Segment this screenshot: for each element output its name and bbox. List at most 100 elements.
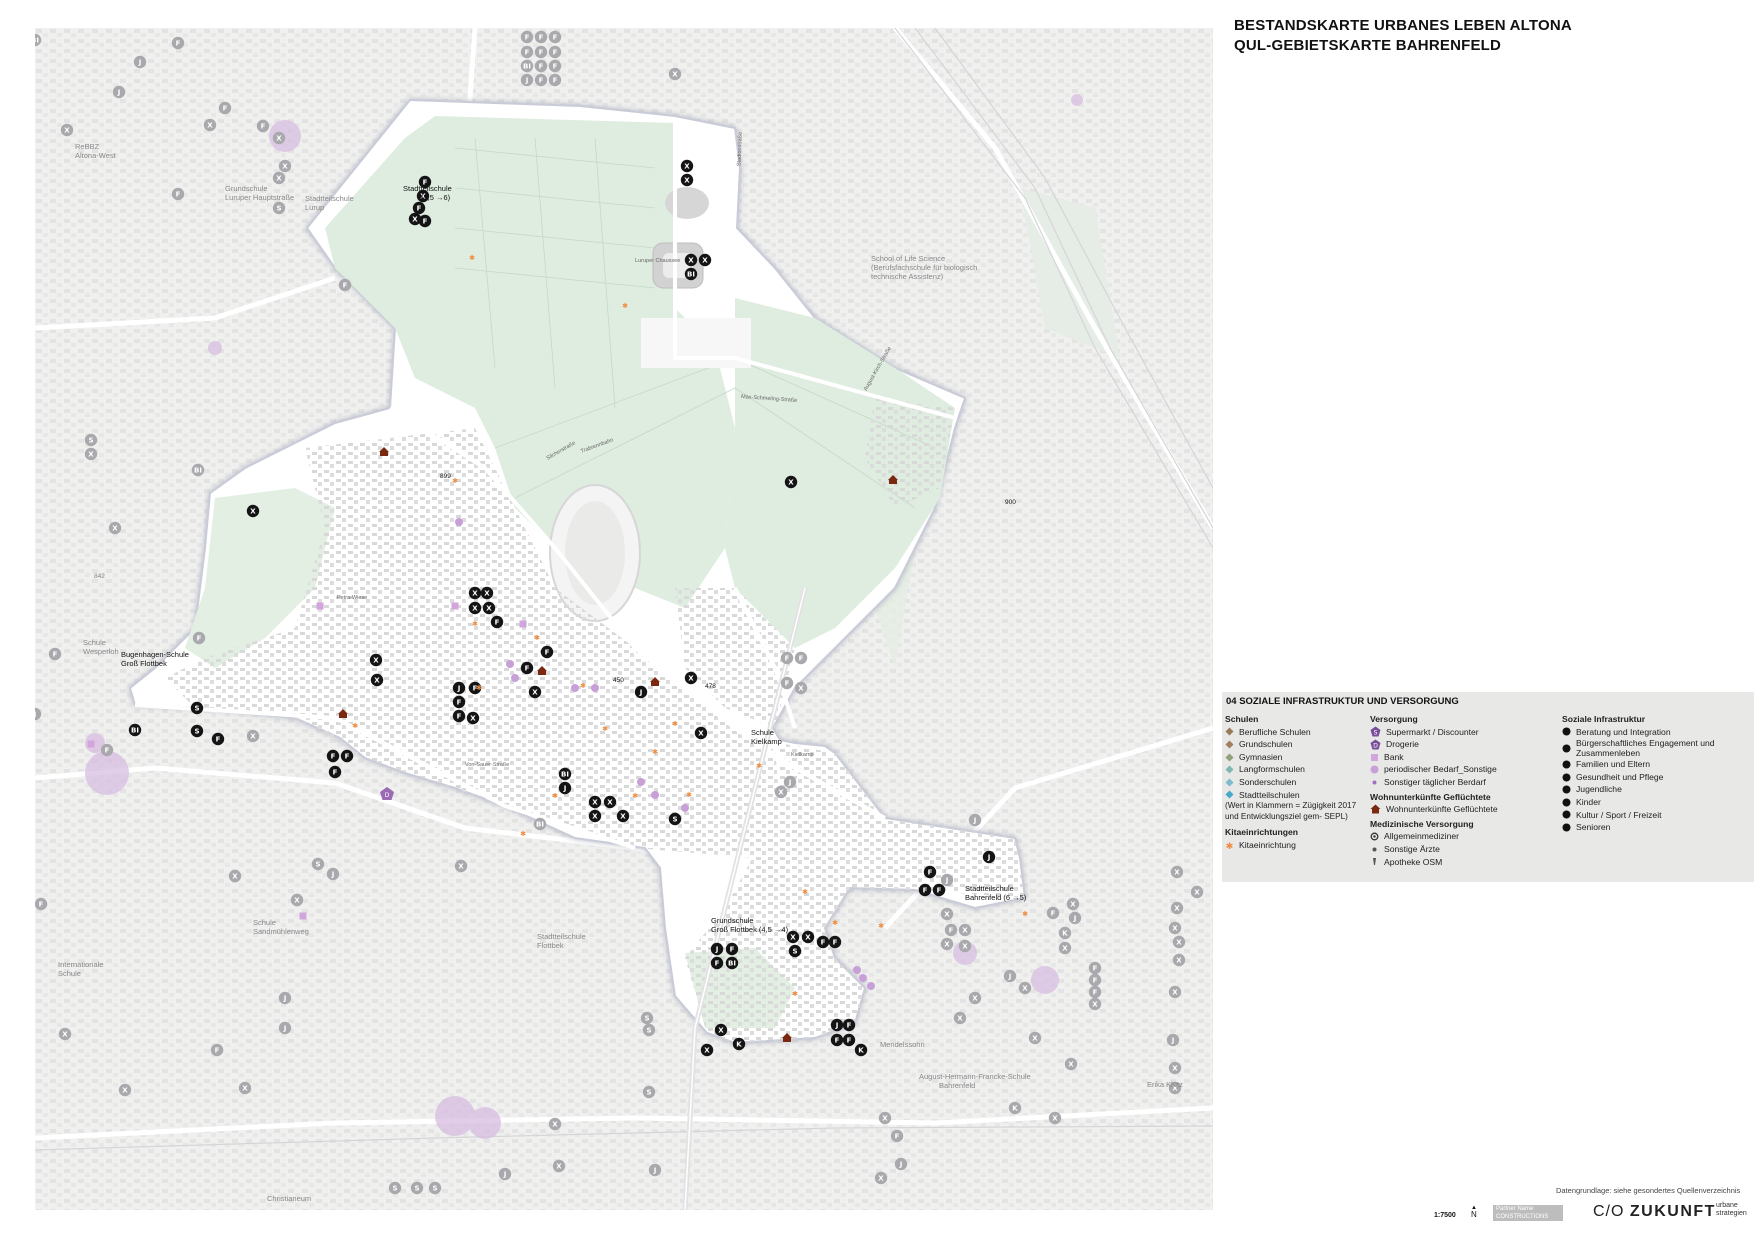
map-canvas[interactable]: F X F X F X X X X BI X X X X X X F F F X X J F F F X X J X X BI S S F F F F B… [35,28,1213,1210]
poi-marker-outside[interactable]: F [890,1129,904,1143]
poi-marker-inside[interactable]: X [680,173,694,187]
poi-marker-outside[interactable]: S [642,1023,656,1037]
poi-marker-outside[interactable]: F [780,676,794,690]
poi-marker-outside[interactable]: K [1008,1101,1022,1115]
poi-marker-outside[interactable]: F [944,923,958,937]
poi-marker-outside[interactable]: F [192,631,206,645]
poi-marker-outside[interactable]: F [338,278,352,292]
kita-star-icon[interactable]: ✱ [878,922,884,930]
poi-marker-inside[interactable]: J [558,781,572,795]
poi-marker-inside[interactable]: F [816,935,830,949]
poi-marker-outside[interactable]: S [410,1181,424,1195]
poi-marker-outside[interactable]: X [108,521,122,535]
poi-marker-inside[interactable]: F [918,883,932,897]
poi-marker-outside[interactable]: X [1058,941,1072,955]
poi-marker-outside[interactable]: J [498,1167,512,1181]
kita-star-icon[interactable]: ✱ [832,919,838,927]
poi-marker-outside[interactable]: K [1058,926,1072,940]
poi-marker-inside[interactable]: X [468,601,482,615]
periodic-demand-dot[interactable] [859,974,867,982]
poi-marker-outside[interactable]: F [548,30,562,44]
poi-marker-inside[interactable]: F [540,645,554,659]
poi-marker-inside[interactable]: J [634,685,648,699]
kita-star-icon[interactable]: ✱ [552,792,558,800]
poi-marker-inside[interactable]: F [418,214,432,228]
poi-marker-outside[interactable]: X [1048,1111,1062,1125]
bank-square-icon[interactable] [87,740,95,748]
poi-marker-outside[interactable]: J [1166,1033,1180,1047]
poi-marker-outside[interactable]: F [35,897,48,911]
poi-marker-inside[interactable]: X [694,726,708,740]
poi-marker-outside[interactable]: J [278,991,292,1005]
poi-marker-inside[interactable]: X [680,159,694,173]
poi-marker-inside[interactable]: F [710,956,724,970]
poi-marker-inside[interactable]: S [668,812,682,826]
kita-star-icon[interactable]: ✱ [686,791,692,799]
poi-marker-outside[interactable]: X [1168,1061,1182,1075]
poi-marker-outside[interactable]: J [520,73,534,87]
poi-marker-outside[interactable]: X [246,729,260,743]
kita-star-icon[interactable]: ✱ [472,620,478,628]
poi-marker-inside[interactable]: BI [725,956,739,970]
kita-star-icon[interactable]: ✱ [352,722,358,730]
poi-marker-outside[interactable]: F [210,1043,224,1057]
poi-marker-outside[interactable]: X [278,159,292,173]
periodic-demand-dot[interactable] [651,791,659,799]
poi-marker-outside[interactable]: F [794,651,808,665]
kita-star-icon[interactable]: ✱ [632,792,638,800]
poi-marker-outside[interactable]: X [272,131,286,145]
poi-marker-outside[interactable]: X [774,785,788,799]
poi-marker-outside[interactable]: X [1088,997,1102,1011]
poi-marker-inside[interactable]: X [684,253,698,267]
poi-marker-inside[interactable]: F [412,201,426,215]
kita-star-icon[interactable]: ✱ [469,254,475,262]
poi-marker-outside[interactable]: BI [520,59,534,73]
poi-marker-inside[interactable]: X [700,1043,714,1057]
poi-marker-outside[interactable]: X [548,1117,562,1131]
poi-marker-outside[interactable]: X [1064,1057,1078,1071]
kita-star-icon[interactable]: ✱ [580,682,586,690]
poi-marker-outside[interactable]: F [534,45,548,59]
poi-marker-outside[interactable]: X [940,907,954,921]
poi-marker-inside[interactable]: F [923,865,937,879]
poi-marker-outside[interactable]: X [1028,1031,1042,1045]
bank-square-icon[interactable] [316,602,324,610]
poi-marker-outside[interactable]: X [272,171,286,185]
poi-marker-outside[interactable]: F [534,30,548,44]
poi-marker-outside[interactable]: X [1018,981,1032,995]
poi-marker-inside[interactable]: X [786,930,800,944]
poi-marker-outside[interactable]: X [1170,865,1184,879]
poi-marker-inside[interactable]: F [520,661,534,675]
poi-marker-inside[interactable]: BI [558,767,572,781]
periodic-demand-dot[interactable] [506,660,514,668]
poi-marker-outside[interactable]: X [968,991,982,1005]
poi-marker-outside[interactable]: S [311,857,325,871]
poi-marker-inside[interactable]: X [603,795,617,809]
poi-marker-inside[interactable]: X [588,795,602,809]
poi-marker-outside[interactable]: J [1003,969,1017,983]
poi-marker-outside[interactable]: F [256,119,270,133]
poi-marker-inside[interactable]: BI [684,267,698,281]
poi-marker-outside[interactable]: X [118,1083,132,1097]
poi-marker-outside[interactable]: F [1088,961,1102,975]
poi-marker-outside[interactable]: X [878,1111,892,1125]
poi-marker-outside[interactable]: X [668,67,682,81]
poi-marker-outside[interactable]: X [238,1081,252,1095]
kita-star-icon[interactable]: ✱ [652,748,658,756]
poi-marker-inside[interactable]: J [710,942,724,956]
poi-marker-outside[interactable]: X [1168,921,1182,935]
poi-marker-outside[interactable]: J [968,813,982,827]
poi-marker-inside[interactable]: X [480,586,494,600]
poi-marker-outside[interactable]: S [428,1181,442,1195]
poi-marker-outside[interactable]: J [648,1163,662,1177]
poi-marker-outside[interactable]: S [272,201,286,215]
poi-marker-inside[interactable]: X [698,253,712,267]
poi-marker-inside[interactable]: K [854,1043,868,1057]
periodic-demand-dot[interactable] [571,684,579,692]
poi-marker-outside[interactable]: X [1170,901,1184,915]
poi-marker-inside[interactable]: X [588,809,602,823]
poi-marker-outside[interactable]: X [958,923,972,937]
poi-marker-inside[interactable]: F [725,942,739,956]
poi-marker-outside[interactable]: J [940,873,954,887]
poi-marker-outside[interactable]: X [84,447,98,461]
